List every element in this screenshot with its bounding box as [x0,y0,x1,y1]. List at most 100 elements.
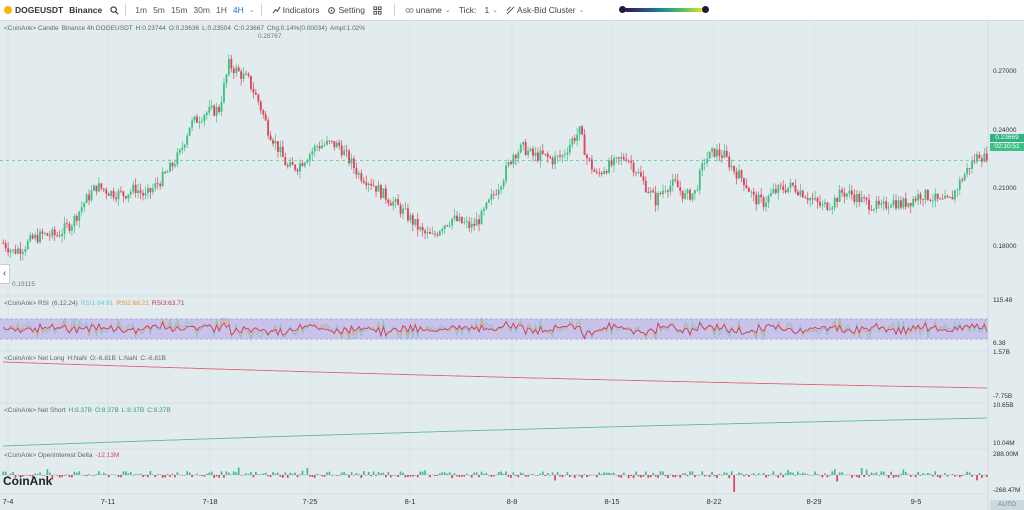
candle [664,190,667,192]
oi-bar [176,472,179,475]
candle [936,193,939,199]
chevron-left-icon[interactable]: ‹ [0,264,10,284]
oi-bar [880,471,883,475]
candle [546,153,549,157]
oi-bar [966,471,969,475]
candle [235,67,238,74]
oi-bar [178,474,181,476]
oi-bar [887,475,890,478]
oi-bar [107,475,110,478]
oi-bar [902,469,905,475]
candle [93,185,95,191]
candle [487,199,490,203]
candle [519,144,522,153]
oi-bar [291,473,294,475]
candle [882,201,885,204]
candle [541,150,544,154]
oi-bar [132,475,135,476]
oi-bar [873,473,875,475]
candle [767,195,770,203]
candle [31,235,34,239]
oi-bar [223,475,225,478]
oi-bar [792,472,794,475]
candle [745,185,748,188]
candle [326,140,328,145]
oi-bar [877,475,880,476]
candle [613,158,615,166]
candle [792,182,794,186]
net-short-series [3,417,987,447]
candle [122,191,125,197]
oi-bar [161,475,164,478]
oi-bar [66,474,68,475]
candle [281,146,284,158]
oi-bar [230,474,233,476]
candle [608,160,610,173]
candle [218,107,220,112]
oi-bar [269,475,272,478]
chart-canvas[interactable] [0,0,1024,510]
candle [534,152,537,156]
oi-bar [156,474,159,475]
candle [406,208,409,221]
x-label: 8-22 [706,497,722,506]
oi-bar [949,474,951,476]
candle [269,135,272,141]
candle [779,185,782,187]
candle [956,189,959,191]
oi-bar [134,473,137,475]
oi-bar [394,475,397,476]
candle [448,225,451,227]
candle [48,235,51,237]
candle [846,193,848,197]
oi-bar [958,475,961,478]
candle [242,73,245,80]
x-label: 7-11 [100,497,116,506]
oi-bar [313,475,316,478]
oi-bar [259,474,262,475]
oi-bar [63,475,66,476]
oi-bar [851,475,853,478]
oi-bar [586,475,588,478]
candle [716,149,718,157]
candle [730,165,733,168]
oi-bar [546,473,549,475]
candle [154,183,157,189]
oi-bar [524,475,527,477]
oi-bar [411,475,414,477]
candle [289,162,292,167]
candle [735,171,738,179]
candle [355,168,358,175]
oi-bar [333,474,336,476]
oi-bar [186,471,189,475]
oi-bar [826,475,829,478]
oi-bar [237,467,240,475]
candle [441,228,444,232]
candle [536,152,539,161]
oi-bar [71,475,73,478]
oi-bar [841,472,843,475]
oi-bar [384,475,387,478]
oi-bar [235,472,238,475]
candle [12,249,14,251]
oi-bar [434,475,436,477]
candle [357,173,360,175]
candle [147,187,149,193]
oi-bar [689,471,691,475]
candle [652,190,655,193]
candle [284,157,287,166]
oi-bar [539,473,542,475]
candle [301,163,304,166]
candle [58,235,61,237]
x-label: 8-8 [506,497,518,506]
oi-bar [90,475,93,476]
oi-bar [743,475,745,477]
candle [419,227,422,230]
oi-bar [421,471,424,475]
candle [245,73,247,75]
candle [698,170,701,190]
auto-scale-button[interactable]: AUTO [990,500,1024,510]
candle [68,223,71,231]
oi-bar [824,473,826,475]
oi-bar [767,475,770,477]
